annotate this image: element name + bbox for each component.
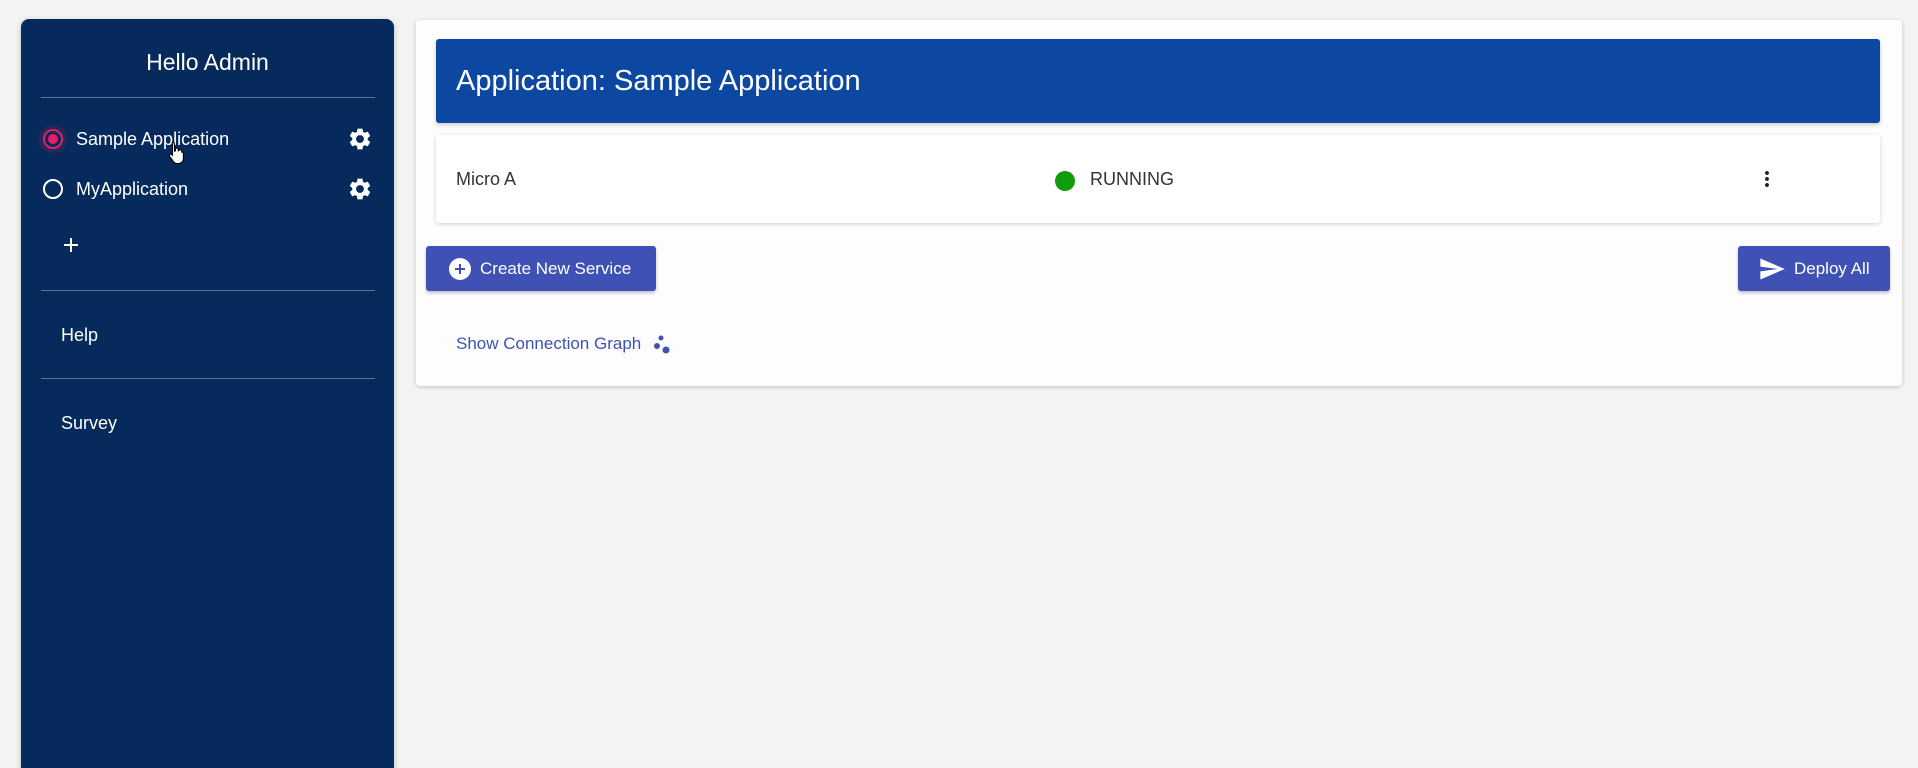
create-new-service-button[interactable]: Create New Service (426, 246, 656, 291)
add-application-button[interactable] (56, 230, 86, 260)
sidebar-divider (41, 290, 375, 291)
add-circle-icon (449, 257, 471, 280)
radio-unselected-icon[interactable] (41, 177, 65, 201)
show-connection-graph-link[interactable]: Show Connection Graph (456, 332, 673, 356)
service-name: Micro A (456, 169, 517, 189)
hand-cursor-icon (168, 141, 184, 165)
sidebar: Hello Admin Sample Application MyApplica… (21, 19, 394, 768)
bubble-chart-icon (654, 335, 670, 354)
gear-icon[interactable] (345, 174, 375, 204)
app-label[interactable]: Sample Application (76, 129, 345, 150)
service-row[interactable]: Micro A RUNNING (436, 135, 1880, 223)
gear-icon[interactable] (345, 124, 375, 154)
status-text: RUNNING (1090, 169, 1174, 189)
show-connection-graph-label[interactable]: Show Connection Graph (456, 334, 641, 354)
sidebar-item-sample-application[interactable]: Sample Application (41, 119, 375, 159)
greeting: Hello Admin (146, 49, 269, 75)
more-vert-icon[interactable] (1752, 163, 1782, 195)
app-label[interactable]: MyApplication (76, 179, 345, 200)
create-new-service-label: Create New Service (480, 258, 632, 278)
page-title: Application: Sample Application (456, 64, 861, 97)
sidebar-divider (41, 97, 375, 98)
status-indicator-icon (1055, 171, 1075, 191)
app-root: Hello Admin Sample Application MyApplica… (0, 0, 1918, 768)
survey-link[interactable]: Survey (61, 413, 117, 434)
application-header: Application: Sample Application (436, 39, 1880, 123)
plus-icon (64, 238, 78, 252)
deploy-all-button[interactable]: Deploy All (1738, 246, 1890, 291)
radio-selected-icon[interactable] (41, 127, 65, 151)
main-card: Application: Sample Application Micro A … (416, 20, 1902, 386)
help-link[interactable]: Help (61, 325, 98, 346)
send-icon (1760, 258, 1785, 279)
deploy-all-label: Deploy All (1794, 258, 1870, 278)
sidebar-divider (41, 378, 375, 379)
sidebar-item-myapplication[interactable]: MyApplication (41, 169, 375, 209)
